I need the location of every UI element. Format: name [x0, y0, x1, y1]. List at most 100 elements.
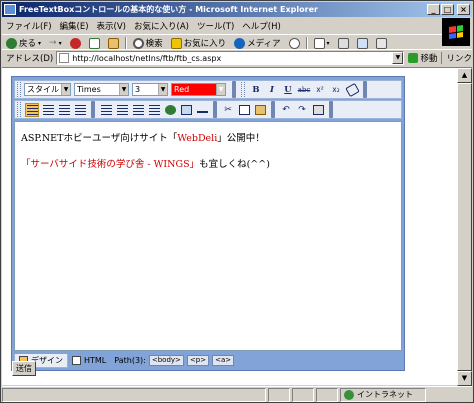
- print-button[interactable]: [334, 37, 353, 49]
- line2-suffix: も宜しくね(^^): [199, 159, 270, 170]
- maximize-button[interactable]: □: [441, 4, 454, 15]
- chevron-down-icon: ▼: [216, 84, 225, 95]
- refresh-button[interactable]: [85, 37, 104, 49]
- scroll-thumb[interactable]: [457, 83, 472, 371]
- toolbar-grip[interactable]: [241, 82, 245, 97]
- forward-arrow-icon: →: [49, 38, 57, 48]
- justify-button[interactable]: [73, 103, 87, 117]
- toolbar-separator: [363, 81, 367, 98]
- menu-edit[interactable]: 編集(E): [56, 20, 93, 32]
- bullet-list-button[interactable]: [99, 103, 113, 117]
- toolbar-separator: [213, 101, 217, 118]
- status-bar: イントラネット: [2, 386, 472, 402]
- undo-button[interactable]: ↶: [279, 103, 293, 117]
- align-center-button[interactable]: [41, 103, 55, 117]
- superscript-button[interactable]: x²: [313, 83, 327, 97]
- color-select-value: Red: [174, 85, 190, 94]
- go-label: 移動: [420, 54, 438, 64]
- history-button[interactable]: [285, 37, 304, 49]
- go-arrow-icon: [408, 53, 419, 63]
- editor-line-1: ASP.NETホビーユーザ向けサイト「WebDeli」公開中！: [21, 130, 395, 144]
- print-editor-button[interactable]: [311, 103, 325, 117]
- edit-button[interactable]: [353, 37, 372, 49]
- toolbar-separator: [124, 36, 127, 50]
- scroll-down-icon[interactable]: ▼: [457, 371, 472, 386]
- numbered-list-icon: [116, 104, 128, 115]
- toolbar-grip[interactable]: [17, 102, 21, 117]
- toolbar-grip[interactable]: [17, 82, 21, 97]
- toolbar-separator: [91, 101, 95, 118]
- justify-icon: [74, 104, 86, 115]
- refresh-icon: [88, 37, 100, 49]
- minimize-button[interactable]: _: [427, 4, 440, 15]
- tab-html[interactable]: HTML: [68, 354, 110, 368]
- menu-favorites[interactable]: お気に入り(A): [130, 20, 193, 32]
- search-button[interactable]: 検索: [129, 37, 167, 49]
- paste-icon: [254, 104, 266, 115]
- intranet-zone-icon: [344, 389, 354, 400]
- status-cell: [292, 387, 314, 402]
- menu-file[interactable]: ファイル(F): [2, 20, 56, 32]
- address-input[interactable]: http://localhost/netIns/ftb/ftb_cs.aspx …: [56, 51, 405, 65]
- cut-button[interactable]: ✂: [221, 103, 235, 117]
- wings-link[interactable]: 「サーバサイド技術の学び舎 - WINGS」: [21, 159, 199, 170]
- media-button[interactable]: メディア: [230, 37, 284, 49]
- address-dropdown-icon[interactable]: ▼: [392, 52, 404, 64]
- menu-tools[interactable]: ツール(T): [193, 20, 238, 32]
- close-button[interactable]: ×: [457, 4, 470, 15]
- indent-button[interactable]: [131, 103, 145, 117]
- mail-button[interactable]: ▾: [310, 37, 334, 49]
- underline-button[interactable]: U: [281, 83, 295, 97]
- copy-button[interactable]: [237, 103, 251, 117]
- strikethrough-button[interactable]: abc: [297, 83, 311, 97]
- path-tag-a[interactable]: <a>: [212, 355, 235, 366]
- insert-link-button[interactable]: [163, 103, 177, 117]
- links-button[interactable]: リンク: [441, 52, 472, 64]
- toolbar-separator: [305, 36, 308, 50]
- submit-button[interactable]: 送信: [12, 361, 36, 376]
- webdeli-link[interactable]: WebDeli: [177, 133, 217, 144]
- insert-image-button[interactable]: [179, 103, 193, 117]
- scroll-up-icon[interactable]: ▲: [457, 68, 472, 83]
- editor-toolbar-paragraph: ✂ ↶ ↷: [14, 100, 402, 119]
- eraser-icon: [344, 82, 360, 97]
- redo-button[interactable]: ↷: [295, 103, 309, 117]
- go-button[interactable]: 移動: [404, 52, 441, 64]
- align-left-button[interactable]: [25, 102, 39, 117]
- discuss-button[interactable]: [372, 37, 391, 49]
- size-select-value: 3: [135, 85, 141, 94]
- forward-button[interactable]: → ▾: [45, 38, 66, 48]
- search-label: 検索: [145, 39, 163, 49]
- home-button[interactable]: [104, 37, 123, 49]
- outdent-button[interactable]: [147, 103, 161, 117]
- tab-html-label: HTML: [84, 356, 107, 365]
- address-bar: アドレス(D) http://localhost/netIns/ftb/ftb_…: [2, 49, 472, 66]
- paste-button[interactable]: [253, 103, 267, 117]
- path-tag-p[interactable]: <p>: [186, 355, 210, 366]
- remove-format-button[interactable]: [344, 82, 360, 97]
- font-select[interactable]: Times ▼: [74, 83, 129, 96]
- menu-view[interactable]: 表示(V): [93, 20, 130, 32]
- search-icon: [132, 37, 144, 49]
- bold-button[interactable]: B: [249, 83, 263, 97]
- favorites-button[interactable]: お気に入り: [167, 37, 231, 49]
- vertical-scrollbar[interactable]: ▲ ▼: [457, 68, 472, 386]
- editor-toolbar-format: スタイル ▼ Times ▼ 3 ▼ Red ▼ B I U abc x² x₂: [14, 80, 402, 99]
- toolbar-separator: [271, 101, 275, 118]
- horizontal-rule-button[interactable]: [195, 103, 209, 117]
- back-button[interactable]: 戻る ▾: [2, 37, 45, 49]
- italic-button[interactable]: I: [265, 83, 279, 97]
- numbered-list-button[interactable]: [115, 103, 129, 117]
- color-select[interactable]: Red ▼: [171, 83, 226, 96]
- size-select[interactable]: 3 ▼: [132, 83, 168, 96]
- align-right-button[interactable]: [57, 103, 71, 117]
- title-bar: FreeTextBoxコントロールの基本的な使い方 - Microsoft In…: [2, 2, 472, 17]
- stop-button[interactable]: [66, 37, 85, 49]
- horizontal-rule-icon: [196, 107, 208, 113]
- editor-content-area[interactable]: ASP.NETホビーユーザ向けサイト「WebDeli」公開中！ 「サーバサイド技…: [14, 121, 402, 351]
- menu-help[interactable]: ヘルプ(H): [238, 20, 285, 32]
- style-select[interactable]: スタイル ▼: [24, 83, 71, 96]
- subscript-button[interactable]: x₂: [329, 83, 343, 97]
- link-globe-icon: [164, 104, 176, 115]
- path-tag-body[interactable]: <body>: [148, 355, 184, 366]
